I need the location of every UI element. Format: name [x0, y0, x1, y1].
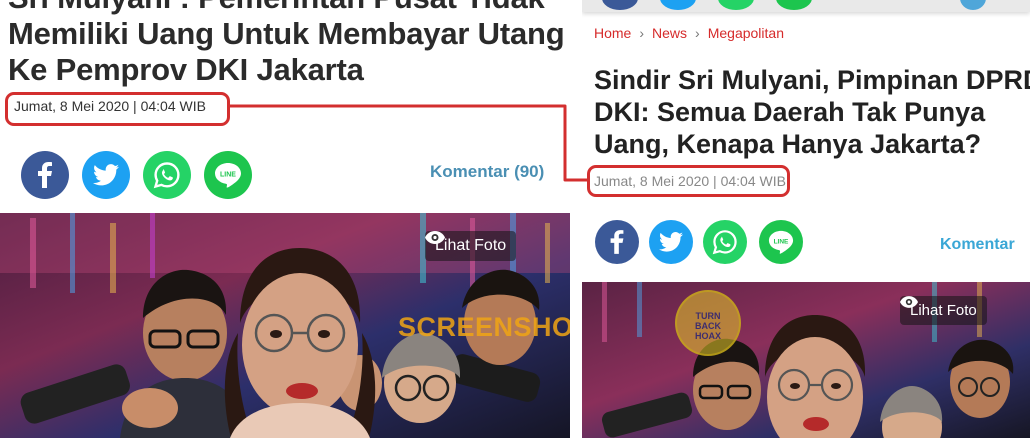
breadcrumb-home[interactable]: Home	[594, 25, 631, 41]
whatsapp-share-button[interactable]	[143, 151, 191, 199]
top-twitter-icon[interactable]	[660, 0, 696, 10]
facebook-icon	[610, 230, 624, 254]
whatsapp-icon	[712, 230, 737, 255]
right-top-share-bar	[582, 0, 1030, 12]
twitter-icon	[93, 164, 119, 186]
twitter-share-button[interactable]	[82, 151, 130, 199]
line-icon: LINE	[768, 230, 794, 254]
panel-divider	[570, 0, 582, 438]
right-article-title: Sindir Sri Mulyani, Pimpinan DPRD DKI: S…	[594, 64, 1030, 160]
right-view-photo-label: Lihat Foto	[910, 302, 977, 319]
right-date-highlight	[587, 165, 790, 197]
line-share-button[interactable]: LINE	[204, 151, 252, 199]
facebook-icon	[38, 162, 52, 188]
right-title-line-2: DKI: Semua Daerah Tak Punya	[594, 97, 986, 127]
breadcrumb: Home › News › Megapolitan	[594, 25, 784, 41]
breadcrumb-megapolitan[interactable]: Megapolitan	[708, 25, 784, 41]
top-menu-icon[interactable]	[960, 0, 986, 10]
right-comment-link[interactable]: Komentar	[940, 236, 1015, 254]
whatsapp-icon	[153, 162, 180, 189]
left-comment-link[interactable]: Komentar (90)	[430, 162, 544, 182]
right-title-line-1: Sindir Sri Mulyani, Pimpinan DPRD	[594, 65, 1030, 95]
breadcrumb-news[interactable]: News	[652, 25, 687, 41]
line-icon-label: LINE	[774, 238, 789, 245]
facebook-share-button[interactable]	[595, 220, 639, 264]
screenshot-watermark: SCREENSHOT BY	[398, 312, 570, 342]
line-icon: LINE	[215, 163, 241, 188]
left-article-title: Sri Mulyani : Pemerintah Pusat Tidak Mem…	[8, 0, 568, 88]
left-title-line-2: Memiliki Uang Untuk Membayar Utang	[8, 16, 565, 51]
whatsapp-share-button[interactable]	[703, 220, 747, 264]
right-article-screenshot: Home › News › Megapolitan Sindir Sri Mul…	[582, 0, 1030, 438]
breadcrumb-separator: ›	[695, 25, 700, 41]
turnbackhoax-logo-badge: TURN BACK HOAX	[675, 290, 741, 356]
top-facebook-icon[interactable]	[602, 0, 638, 10]
breadcrumb-separator: ›	[639, 25, 645, 41]
facebook-share-button[interactable]	[21, 151, 69, 199]
top-line-icon[interactable]	[776, 0, 812, 10]
left-view-photo-label: Lihat Foto	[435, 237, 507, 254]
eye-icon	[425, 231, 445, 244]
eye-icon	[900, 296, 918, 308]
top-whatsapp-icon[interactable]	[718, 0, 754, 10]
twitter-share-button[interactable]	[649, 220, 693, 264]
line-icon-label: LINE	[220, 172, 236, 179]
right-title-line-3: Uang, Kenapa Hanya Jakarta?	[594, 129, 982, 159]
badge-text: TURN BACK HOAX	[694, 311, 721, 341]
left-title-line-1: Sri Mulyani : Pemerintah Pusat Tidak	[8, 0, 568, 16]
line-share-button[interactable]: LINE	[759, 220, 803, 264]
right-view-photo-button[interactable]: Lihat Foto	[900, 296, 987, 325]
left-view-photo-button[interactable]: Lihat Foto	[425, 231, 517, 261]
twitter-icon	[659, 232, 683, 252]
right-article-photo[interactable]: Lihat Foto	[582, 282, 1030, 438]
left-article-screenshot: Sri Mulyani : Pemerintah Pusat Tidak Mem…	[0, 0, 570, 438]
left-date-highlight	[5, 92, 230, 126]
left-title-line-3: Ke Pemprov DKI Jakarta	[8, 52, 364, 87]
